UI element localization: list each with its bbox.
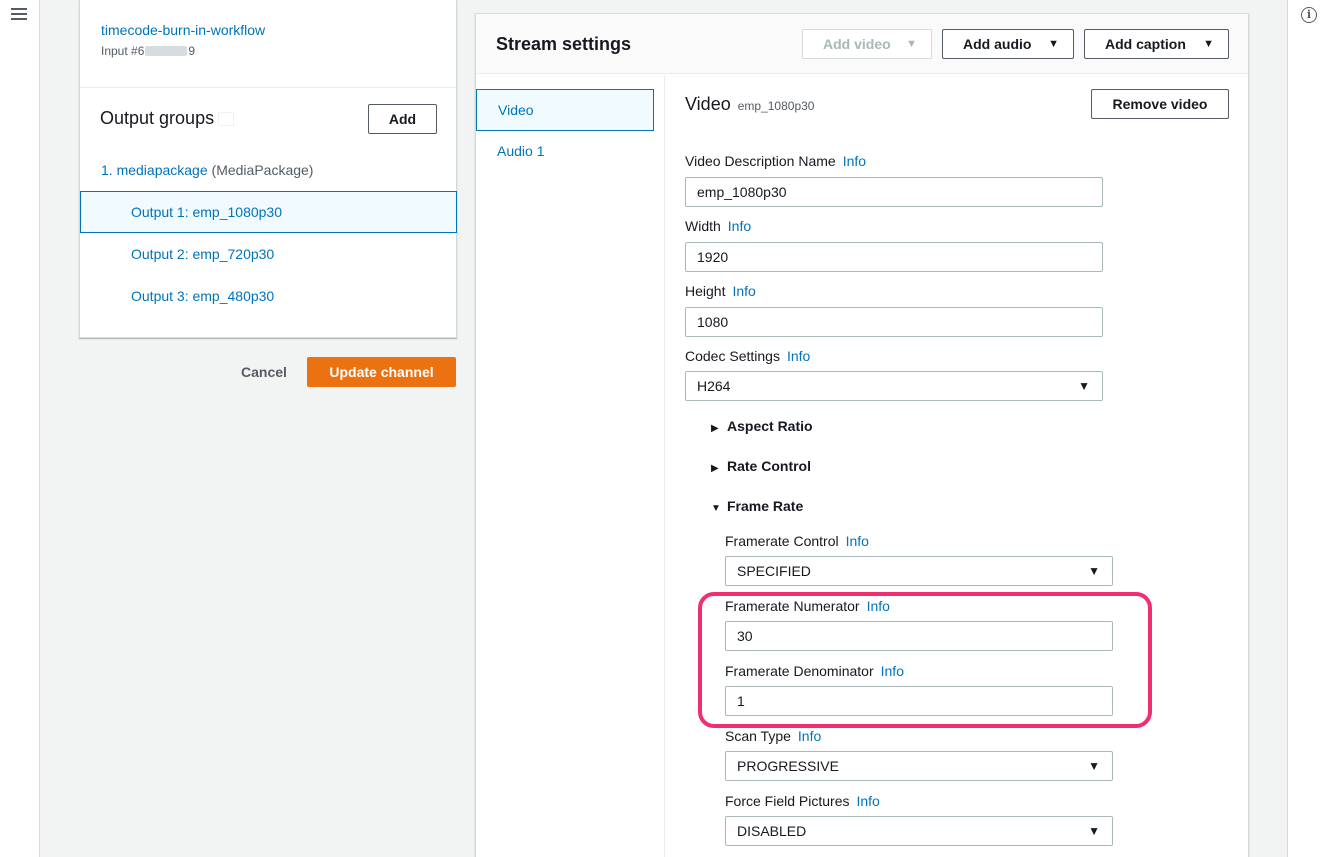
force-field-pictures-select[interactable]: DISABLED ▼ xyxy=(725,816,1113,846)
framerate-denominator-label-text: Framerate Denominator xyxy=(725,663,874,679)
output-item-1[interactable]: Output 1: emp_1080p30 xyxy=(80,191,457,233)
dropdown-arrow-icon: ▼ xyxy=(1088,824,1100,838)
add-audio-label: Add audio xyxy=(963,36,1032,52)
nav-rail xyxy=(0,0,40,857)
framerate-control-select[interactable]: SPECIFIED ▼ xyxy=(725,556,1113,586)
scan-type-select[interactable]: PROGRESSIVE ▼ xyxy=(725,751,1113,781)
input-link[interactable]: timecode-burn-in-workflow xyxy=(101,22,265,38)
stream-tabs: Video Audio 1 xyxy=(476,75,665,857)
cancel-button[interactable]: Cancel xyxy=(241,364,287,380)
codec-settings-value: H264 xyxy=(697,378,731,394)
output-item-3[interactable]: Output 3: emp_480p30 xyxy=(80,275,457,317)
video-subtitle: emp_1080p30 xyxy=(737,99,815,113)
dropdown-arrow-icon: ▼ xyxy=(1088,759,1100,773)
dropdown-arrow-icon: ▼ xyxy=(1078,379,1090,393)
stream-settings-panel: Stream settings Add video ▼ Add audio ▼ Ad… xyxy=(475,13,1249,857)
add-audio-button[interactable]: Add audio ▼ xyxy=(942,29,1074,59)
info-circle-icon[interactable]: i xyxy=(1301,7,1317,23)
codec-settings-label: Codec Settings Info xyxy=(685,348,810,364)
framerate-control-value: SPECIFIED xyxy=(737,563,811,579)
force-field-pictures-label: Force Field Pictures Info xyxy=(725,793,880,809)
force-field-pictures-value: DISABLED xyxy=(737,823,807,839)
info-link[interactable]: Info xyxy=(728,218,751,234)
framerate-numerator-label: Framerate Numerator Info xyxy=(725,598,890,614)
add-caption-button[interactable]: Add caption ▼ xyxy=(1084,29,1229,59)
update-channel-button[interactable]: Update channel xyxy=(307,357,456,387)
aspect-ratio-label: Aspect Ratio xyxy=(727,418,813,434)
add-video-label: Add video xyxy=(823,36,891,52)
height-input[interactable]: 1080 xyxy=(685,307,1103,337)
add-output-group-button[interactable]: Add xyxy=(368,104,437,134)
framerate-numerator-input[interactable]: 30 xyxy=(725,621,1113,651)
video-description-label-text: Video Description Name xyxy=(685,153,836,169)
force-field-pictures-label-text: Force Field Pictures xyxy=(725,793,850,809)
info-link[interactable]: Info xyxy=(798,728,821,744)
height-label: Height Info xyxy=(685,283,756,299)
frame-rate-label: Frame Rate xyxy=(727,498,804,514)
output-groups-title-text: Output groups xyxy=(100,108,215,128)
height-label-text: Height xyxy=(685,283,726,299)
output-groups-title: Output groups xyxy=(100,108,235,129)
scan-type-label-text: Scan Type xyxy=(725,728,791,744)
caret-down-icon: ▼ xyxy=(1203,38,1214,50)
output-group-type: (MediaPackage) xyxy=(211,162,314,178)
framerate-denominator-label: Framerate Denominator Info xyxy=(725,663,904,679)
codec-settings-select[interactable]: H264 ▼ xyxy=(685,371,1103,401)
info-link[interactable]: Info xyxy=(881,663,904,679)
video-description-label: Video Description Name Info xyxy=(685,153,866,169)
input-id-prefix: Input #6 xyxy=(101,44,145,58)
codec-settings-label-text: Codec Settings xyxy=(685,348,780,364)
ghost-icon xyxy=(218,112,235,126)
info-link[interactable]: Info xyxy=(843,153,866,169)
remove-video-button[interactable]: Remove video xyxy=(1091,89,1229,119)
width-label: Width Info xyxy=(685,218,751,234)
input-id: Input #6 9 xyxy=(101,44,195,58)
info-link[interactable]: Info xyxy=(856,793,879,809)
rate-control-label: Rate Control xyxy=(727,458,811,474)
hamburger-menu-icon[interactable] xyxy=(11,8,27,22)
stream-settings-title: Stream settings xyxy=(496,34,632,54)
caret-down-icon: ▼ xyxy=(906,38,917,50)
caret-down-icon: ▼ xyxy=(711,503,721,514)
width-label-text: Width xyxy=(685,218,721,234)
redacted-id xyxy=(145,46,188,56)
video-title-text: Video xyxy=(685,94,731,114)
input-id-suffix: 9 xyxy=(188,44,196,58)
tab-audio-1[interactable]: Audio 1 xyxy=(497,143,544,159)
scan-type-label: Scan Type Info xyxy=(725,728,821,744)
stream-settings-header: Stream settings Add video ▼ Add audio ▼ Ad… xyxy=(476,14,1248,74)
frame-rate-expander[interactable]: ▼ Frame Rate xyxy=(711,498,803,514)
rate-control-expander[interactable]: ▶ Rate Control xyxy=(711,458,811,474)
info-link[interactable]: Info xyxy=(846,533,869,549)
add-caption-label: Add caption xyxy=(1105,36,1186,52)
divider xyxy=(80,87,456,88)
tab-video[interactable]: Video xyxy=(476,89,654,131)
caret-right-icon: ▶ xyxy=(711,423,719,434)
video-description-input[interactable]: emp_1080p30 xyxy=(685,177,1103,207)
info-link[interactable]: Info xyxy=(732,283,755,299)
framerate-denominator-input[interactable]: 1 xyxy=(725,686,1113,716)
video-section-title: Video emp_1080p30 xyxy=(685,94,814,115)
output-group-item[interactable]: 1. mediapackage (MediaPackage) xyxy=(101,162,313,178)
dropdown-arrow-icon: ▼ xyxy=(1088,564,1100,578)
width-input[interactable]: 1920 xyxy=(685,242,1103,272)
framerate-numerator-label-text: Framerate Numerator xyxy=(725,598,860,614)
help-rail: i xyxy=(1287,0,1328,857)
framerate-control-label: Framerate Control Info xyxy=(725,533,869,549)
scan-type-value: PROGRESSIVE xyxy=(737,758,839,774)
output-group-name: 1. mediapackage xyxy=(101,162,208,178)
add-video-button[interactable]: Add video ▼ xyxy=(802,29,932,59)
output-groups-panel: timecode-burn-in-workflow Input #6 9 Outp… xyxy=(79,0,457,338)
aspect-ratio-expander[interactable]: ▶ Aspect Ratio xyxy=(711,418,813,434)
caret-down-icon: ▼ xyxy=(1048,38,1059,50)
info-link[interactable]: Info xyxy=(787,348,810,364)
info-link[interactable]: Info xyxy=(867,598,890,614)
framerate-control-label-text: Framerate Control xyxy=(725,533,839,549)
caret-right-icon: ▶ xyxy=(711,463,719,474)
output-item-2[interactable]: Output 2: emp_720p30 xyxy=(80,233,457,275)
